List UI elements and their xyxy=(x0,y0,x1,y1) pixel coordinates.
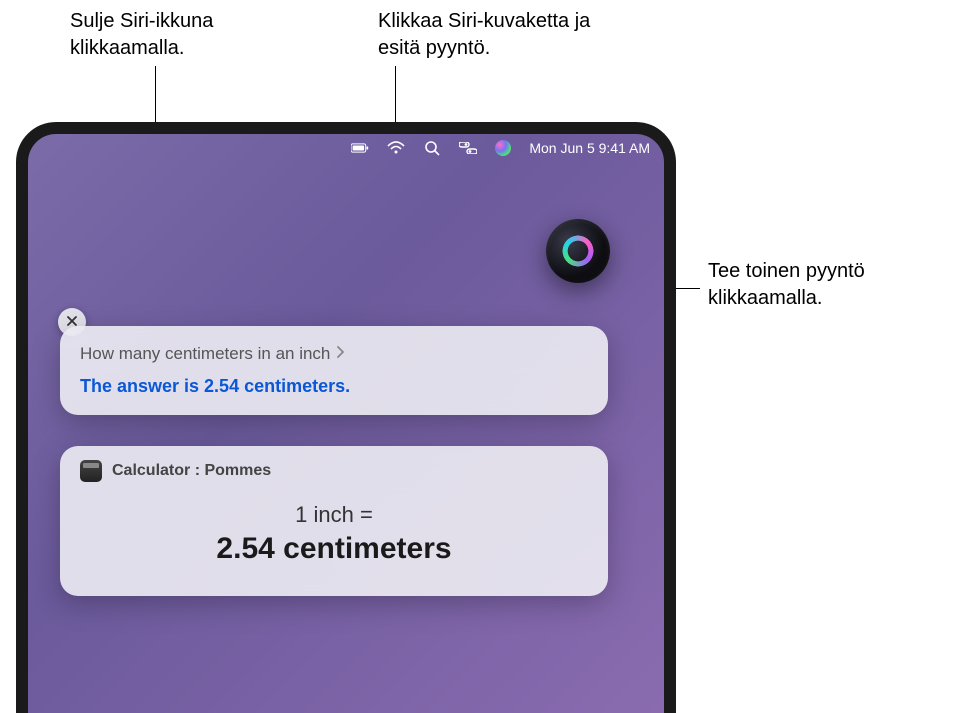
battery-icon[interactable] xyxy=(351,139,369,157)
calculator-icon xyxy=(80,460,102,482)
callout-orb-label: Tee toinen pyyntö klikkaamalla. xyxy=(708,258,958,312)
spotlight-icon[interactable] xyxy=(423,139,441,157)
siri-query-row[interactable]: How many centimeters in an inch xyxy=(80,344,588,364)
control-center-icon[interactable] xyxy=(459,139,477,157)
calculator-output: 2.54 centimeters xyxy=(80,532,588,566)
siri-calculator-card: Calculator : Pommes 1 inch = 2.54 centim… xyxy=(60,446,608,596)
callout-siri-menubar-label: Klikkaa Siri-kuvaketta ja esitä pyyntö. xyxy=(378,8,618,62)
siri-orb[interactable] xyxy=(546,219,610,283)
chevron-right-icon xyxy=(336,345,344,363)
siri-menubar-icon[interactable] xyxy=(495,140,511,156)
siri-response-card: How many centimeters in an inch The answ… xyxy=(60,326,608,415)
menubar-datetime[interactable]: Mon Jun 5 9:41 AM xyxy=(529,140,650,156)
calculator-input: 1 inch = xyxy=(80,502,588,528)
calculator-title: Calculator : Pommes xyxy=(112,462,271,480)
calculator-header: Calculator : Pommes xyxy=(80,460,588,482)
device-frame: Mon Jun 5 9:41 AM How many centimeters i… xyxy=(16,122,676,713)
siri-query-text: How many centimeters in an inch xyxy=(80,344,330,364)
callout-close-label: Sulje Siri-ikkuna klikkaamalla. xyxy=(70,8,290,62)
callout-line xyxy=(155,66,156,122)
siri-answer-text: The answer is 2.54 centimeters. xyxy=(80,376,588,397)
wifi-icon[interactable] xyxy=(387,139,405,157)
calculator-result: 1 inch = 2.54 centimeters xyxy=(80,502,588,566)
menubar: Mon Jun 5 9:41 AM xyxy=(28,134,664,162)
